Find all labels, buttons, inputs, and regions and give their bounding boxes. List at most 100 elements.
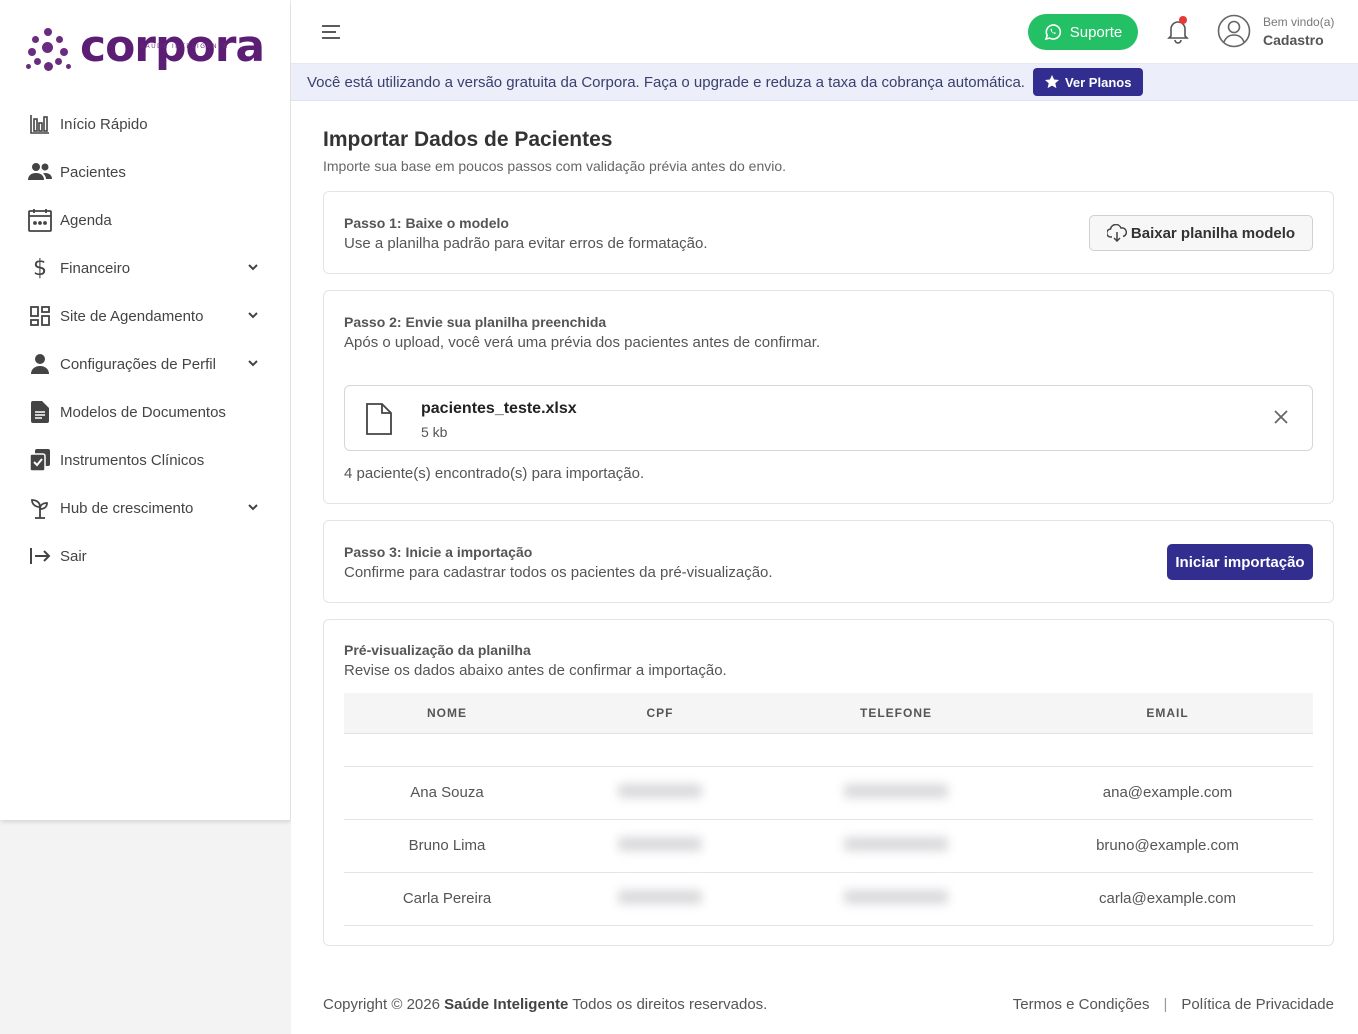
- page-subtitle: Importe sua base em poucos passos com va…: [323, 158, 787, 174]
- footer: Copyright © 2026 Saúde Inteligente Todos…: [323, 996, 1334, 1013]
- cell-nome: Bruno Lima: [344, 819, 550, 873]
- column-header-nome: NOME: [344, 693, 550, 734]
- avatar-icon: [1217, 14, 1251, 48]
- sidebar-item-label: Instrumentos Clínicos: [60, 451, 205, 469]
- sidebar-item-configuracoes-de-perfil[interactable]: Configurações de Perfil: [0, 340, 290, 388]
- sidebar-item-label: Início Rápido: [60, 115, 148, 133]
- cell-email: carla@example.com: [1022, 872, 1313, 926]
- main-area: Suporte Bem vindo(a) Cadastro Você está …: [291, 0, 1358, 1034]
- uploaded-file: pacientes_teste.xlsx 5 kb: [344, 385, 1313, 451]
- sidebar-item-label: Financeiro: [60, 259, 131, 277]
- top-bar: Suporte Bem vindo(a) Cadastro: [291, 0, 1358, 64]
- step2-title: Passo 2: Envie sua planilha preenchida: [344, 314, 607, 330]
- chevron-down-icon: [248, 264, 258, 271]
- support-button-label: Suporte: [1069, 23, 1123, 41]
- sprout-icon: [28, 496, 52, 520]
- close-icon[interactable]: [1272, 408, 1290, 426]
- file-name: pacientes_teste.xlsx: [421, 400, 577, 417]
- step2-subtitle: Após o upload, você verá uma prévia dos …: [344, 334, 821, 351]
- sidebar-item-financeiro[interactable]: $ Financeiro: [0, 244, 290, 292]
- sidebar-item-label: Sair: [60, 547, 87, 565]
- preview-subtitle: Revise os dados abaixo antes de confirma…: [344, 662, 727, 679]
- sidebar-item-pacientes[interactable]: Pacientes: [0, 148, 290, 196]
- cell-nome: Carla Pereira: [344, 872, 550, 926]
- table-spacer-row: [344, 733, 1313, 767]
- sidebar-item-label: Configurações de Perfil: [60, 355, 216, 373]
- step3-card: Passo 3: Inicie a importação Confirme pa…: [323, 520, 1334, 603]
- step1-title: Passo 1: Baixe o modelo: [344, 215, 509, 231]
- cell-cpf-redacted: [550, 766, 770, 820]
- table-header-row: NOME CPF TELEFONE EMAIL: [344, 693, 1313, 734]
- brand-tagline: SAÚDE INTELIGENTE: [140, 44, 229, 50]
- banner-text: Você está utilizando a versão gratuita d…: [307, 73, 1025, 91]
- preview-card: Pré-visualização da planilha Revise os d…: [323, 619, 1334, 946]
- file-icon: [366, 403, 392, 435]
- footer-divider: |: [1163, 996, 1168, 1013]
- sidebar-item-label: Pacientes: [60, 163, 126, 181]
- column-header-email: EMAIL: [1022, 693, 1313, 734]
- view-plans-button[interactable]: Ver Planos: [1032, 68, 1144, 96]
- preview-title: Pré-visualização da planilha: [344, 642, 531, 658]
- table-row: Bruno Lima bruno@example.com: [344, 819, 1313, 873]
- step3-title: Passo 3: Inicie a importação: [344, 544, 533, 560]
- column-header-telefone: TELEFONE: [770, 693, 1022, 734]
- preview-table: NOME CPF TELEFONE EMAIL Ana Souza ana@ex…: [344, 693, 1313, 926]
- footer-links: Termos e Condições | Política de Privaci…: [1013, 996, 1334, 1013]
- person-icon: [28, 352, 52, 376]
- menu-toggle-icon[interactable]: [321, 22, 343, 42]
- content: Importar Dados de Pacientes Importe sua …: [323, 128, 1334, 946]
- star-icon: [1044, 75, 1059, 89]
- privacy-link[interactable]: Política de Privacidade: [1181, 996, 1334, 1013]
- cell-telefone-redacted: [770, 819, 1022, 873]
- step3-subtitle: Confirme para cadastrar todos os pacient…: [344, 564, 773, 581]
- sidebar-item-label: Agenda: [60, 211, 112, 229]
- cell-cpf-redacted: [550, 872, 770, 926]
- bar-chart-icon: [28, 112, 52, 136]
- dashboard-icon: [28, 304, 52, 328]
- username: Cadastro: [1263, 31, 1324, 48]
- users-icon: [28, 160, 52, 184]
- sidebar-item-modelos-de-documentos[interactable]: Modelos de Documentos: [0, 388, 290, 436]
- terms-link[interactable]: Termos e Condições: [1013, 996, 1150, 1013]
- sidebar-item-hub-de-crescimento[interactable]: Hub de crescimento: [0, 484, 290, 532]
- chevron-down-icon: [248, 312, 258, 319]
- cell-cpf-redacted: [550, 819, 770, 873]
- document-icon: [28, 400, 52, 424]
- view-plans-label: Ver Planos: [1064, 74, 1132, 90]
- step1-card: Passo 1: Baixe o modelo Use a planilha p…: [323, 191, 1334, 274]
- cloud-download-icon: [1106, 224, 1127, 242]
- sidebar-item-instrumentos-clinicos[interactable]: Instrumentos Clínicos: [0, 436, 290, 484]
- cell-telefone-redacted: [770, 872, 1022, 926]
- dollar-icon: $: [33, 255, 47, 281]
- sidebar-item-label: Hub de crescimento: [60, 499, 194, 517]
- sidebar-nav: Início Rápido Pacientes Agenda $ Finance…: [0, 100, 290, 580]
- cell-telefone-redacted: [770, 766, 1022, 820]
- logout-icon: [28, 544, 52, 568]
- download-template-label: Baixar planilha modelo: [1130, 224, 1296, 242]
- whatsapp-icon: [1044, 24, 1061, 41]
- table-row: Carla Pereira carla@example.com: [344, 872, 1313, 926]
- step2-card: Passo 2: Envie sua planilha preenchida A…: [323, 290, 1334, 504]
- notifications-button[interactable]: [1167, 16, 1189, 44]
- cell-email: ana@example.com: [1022, 766, 1313, 820]
- start-import-button[interactable]: Iniciar importação: [1167, 544, 1313, 580]
- support-button[interactable]: Suporte: [1028, 14, 1138, 50]
- company-name: Saúde Inteligente: [444, 996, 569, 1013]
- sidebar-item-site-de-agendamento[interactable]: Site de Agendamento: [0, 292, 290, 340]
- cell-nome: Ana Souza: [344, 766, 550, 820]
- sidebar-item-sair[interactable]: Sair: [0, 532, 290, 580]
- page-title: Importar Dados de Pacientes: [323, 128, 613, 151]
- sidebar-item-inicio-rapido[interactable]: Início Rápido: [0, 100, 290, 148]
- brand-logo[interactable]: corpora: [26, 25, 265, 76]
- download-template-button[interactable]: Baixar planilha modelo: [1089, 215, 1313, 251]
- sidebar-item-label: Modelos de Documentos: [60, 403, 226, 421]
- user-menu[interactable]: Bem vindo(a) Cadastro: [1217, 14, 1334, 48]
- sidebar-item-agenda[interactable]: Agenda: [0, 196, 290, 244]
- chevron-down-icon: [248, 504, 258, 511]
- table-row: Ana Souza ana@example.com: [344, 766, 1313, 820]
- chevron-down-icon: [248, 360, 258, 367]
- sidebar: corpora SAÚDE INTELIGENTE Início Rápido …: [0, 0, 290, 820]
- notification-badge: [1179, 16, 1187, 24]
- cell-email: bruno@example.com: [1022, 819, 1313, 873]
- sidebar-item-label: Site de Agendamento: [60, 307, 204, 325]
